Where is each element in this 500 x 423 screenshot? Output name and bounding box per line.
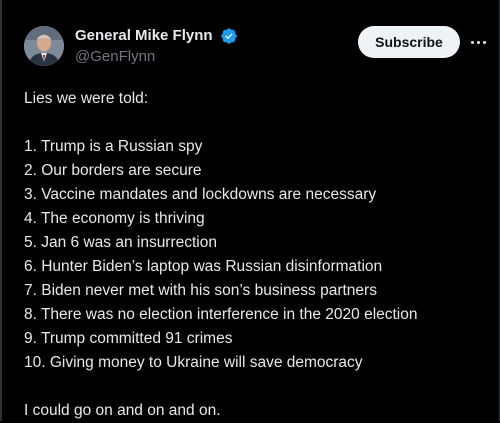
list-item: 3. Vaccine mandates and lockdowns are ne…: [24, 186, 377, 203]
subscribe-button[interactable]: Subscribe: [358, 26, 460, 58]
more-options-icon[interactable]: [464, 28, 492, 56]
dot: [476, 40, 480, 44]
list-item: 7. Biden never met with his son’s busine…: [24, 282, 377, 299]
list-item: 8. There was no election interference in…: [24, 306, 418, 323]
tweet-outro: I could go on and on and on.: [24, 402, 221, 419]
avatar-image: [24, 26, 64, 66]
list-item: 1. Trump is a Russian spy: [24, 138, 203, 155]
list-item: 9. Trump committed 91 crimes: [24, 330, 233, 347]
tweet-card: General Mike Flynn @GenFlynn Subscribe L…: [0, 0, 500, 421]
list-item: 10. Giving money to Ukraine will save de…: [24, 354, 363, 371]
list-item: 2. Our borders are secure: [24, 162, 202, 179]
author-display-name[interactable]: General Mike Flynn: [75, 27, 213, 45]
list-item: 4. The economy is thriving: [24, 210, 205, 227]
author-info: General Mike Flynn @GenFlynn: [75, 27, 238, 66]
list-item: 5. Jan 6 was an insurrection: [24, 234, 217, 251]
author-handle[interactable]: @GenFlynn: [75, 48, 238, 66]
dot: [470, 40, 474, 44]
tweet-text: Lies we were told: 1. Trump is a Russian…: [24, 87, 492, 423]
tweet-header: General Mike Flynn @GenFlynn Subscribe: [24, 24, 486, 70]
dot: [482, 40, 486, 44]
avatar[interactable]: [24, 26, 64, 66]
list-item: 6. Hunter Biden’s laptop was Russian dis…: [24, 258, 383, 275]
tweet-intro: Lies we were told:: [24, 90, 149, 107]
verified-badge-icon[interactable]: [220, 27, 238, 45]
